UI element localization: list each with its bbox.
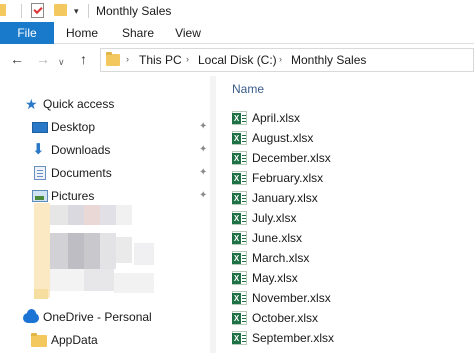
navigation-bar: ← → ∨ ↑ › This PC › Local Disk (C:) › Mo… — [0, 44, 474, 76]
new-folder-icon[interactable] — [54, 4, 67, 16]
folder-icon — [31, 333, 47, 347]
file-name: April.xlsx — [252, 111, 301, 125]
address-bar[interactable]: › This PC › Local Disk (C:) › Monthly Sa… — [100, 48, 474, 72]
file-name: September.xlsx — [252, 331, 335, 345]
sidebar-item-label: Downloads — [51, 143, 111, 157]
cloud-icon — [23, 309, 39, 323]
sidebar-item-appdata[interactable]: AppData — [0, 329, 216, 351]
file-name: June.xlsx — [252, 231, 303, 245]
excel-file-icon — [232, 131, 247, 145]
properties-icon[interactable] — [31, 3, 44, 18]
excel-file-icon — [232, 251, 247, 265]
tab-share[interactable]: Share — [114, 22, 162, 44]
column-header-name[interactable]: Name — [232, 82, 264, 96]
star-icon: ★ — [25, 96, 38, 112]
list-item[interactable]: July.xlsx — [230, 208, 470, 228]
pin-icon[interactable]: ✦ — [199, 190, 207, 201]
sidebar-item-label: Desktop — [51, 120, 96, 134]
file-name: August.xlsx — [252, 131, 314, 145]
excel-file-icon — [232, 171, 247, 185]
chevron-right-icon[interactable]: › — [126, 54, 129, 64]
folder-icon — [106, 52, 120, 66]
chevron-right-icon[interactable]: › — [186, 54, 189, 64]
list-item[interactable]: October.xlsx — [230, 308, 470, 328]
sidebar-item-documents[interactable]: Documents ✦ — [0, 162, 216, 184]
list-item[interactable]: May.xlsx — [230, 268, 470, 288]
sidebar-item-label: Pictures — [51, 189, 95, 203]
ribbon-tabs: File Home Share View — [0, 22, 474, 44]
excel-file-icon — [232, 211, 247, 225]
chevron-right-icon[interactable]: › — [279, 54, 282, 64]
breadcrumb-local-disk[interactable]: Local Disk (C:) — [198, 53, 277, 67]
file-name: November.xlsx — [252, 291, 331, 305]
breadcrumb-this-pc[interactable]: This PC — [139, 53, 182, 67]
file-name: February.xlsx — [252, 171, 324, 185]
tab-home[interactable]: Home — [58, 22, 106, 44]
recent-locations-icon[interactable]: ∨ — [58, 55, 65, 69]
title-bar: ▾ Monthly Sales — [0, 0, 474, 22]
customize-dropdown-icon[interactable]: ▾ — [74, 6, 79, 17]
excel-file-icon — [232, 291, 247, 305]
header-divider — [232, 100, 474, 101]
excel-file-icon — [232, 271, 247, 285]
sidebar-item-desktop[interactable]: Desktop ✦ — [0, 116, 216, 138]
excel-file-icon — [232, 191, 247, 205]
list-item[interactable]: February.xlsx — [230, 168, 470, 188]
pin-icon[interactable]: ✦ — [199, 121, 207, 132]
pictures-icon — [32, 190, 48, 202]
list-item[interactable]: January.xlsx — [230, 188, 470, 208]
file-name: May.xlsx — [252, 271, 298, 285]
file-name: December.xlsx — [252, 151, 331, 165]
redacted-area — [34, 203, 214, 299]
sidebar-item-label: Quick access — [43, 97, 115, 111]
sidebar-item-downloads[interactable]: ⬇ Downloads ✦ — [0, 139, 216, 161]
excel-file-icon — [232, 111, 247, 125]
list-item[interactable]: April.xlsx — [230, 108, 470, 128]
tab-file[interactable]: File — [0, 22, 54, 44]
tab-view[interactable]: View — [166, 22, 210, 44]
file-name: October.xlsx — [252, 311, 319, 325]
documents-icon — [34, 166, 46, 180]
up-arrow-icon[interactable]: ↑ — [80, 52, 87, 66]
toolbar-separator — [21, 4, 22, 18]
desktop-icon — [32, 122, 48, 133]
pin-icon[interactable]: ✦ — [199, 167, 207, 178]
list-item[interactable]: December.xlsx — [230, 148, 470, 168]
folder-icon[interactable] — [0, 4, 6, 16]
sidebar-item-label: Documents — [51, 166, 112, 180]
toolbar-separator — [88, 4, 89, 18]
excel-file-icon — [232, 311, 247, 325]
list-item[interactable]: August.xlsx — [230, 128, 470, 148]
sidebar-item-onedrive[interactable]: OneDrive - Personal — [0, 306, 216, 328]
list-item[interactable]: September.xlsx — [230, 328, 470, 348]
excel-file-icon — [232, 151, 247, 165]
navigation-pane: ★ Quick access Desktop ✦ ⬇ Downloads ✦ D… — [0, 76, 216, 353]
pin-icon[interactable]: ✦ — [199, 144, 207, 155]
window-title: Monthly Sales — [96, 4, 172, 18]
forward-arrow-icon[interactable]: → — [36, 52, 50, 66]
file-list: Name April.xlsx August.xlsx December.xls… — [216, 76, 474, 353]
list-item[interactable]: March.xlsx — [230, 248, 470, 268]
excel-file-icon — [232, 231, 247, 245]
downloads-icon: ⬇ — [32, 141, 45, 158]
excel-file-icon — [232, 331, 247, 345]
file-name: January.xlsx — [252, 191, 318, 205]
list-item[interactable]: June.xlsx — [230, 228, 470, 248]
file-name: July.xlsx — [252, 211, 297, 225]
sidebar-item-label: AppData — [51, 333, 98, 347]
sidebar-item-quick-access[interactable]: ★ Quick access — [0, 93, 216, 115]
file-name: March.xlsx — [252, 251, 310, 265]
breadcrumb-monthly-sales[interactable]: Monthly Sales — [291, 53, 366, 67]
sidebar-item-label: OneDrive - Personal — [43, 310, 152, 324]
back-arrow-icon[interactable]: ← — [10, 52, 24, 66]
list-item[interactable]: November.xlsx — [230, 288, 470, 308]
